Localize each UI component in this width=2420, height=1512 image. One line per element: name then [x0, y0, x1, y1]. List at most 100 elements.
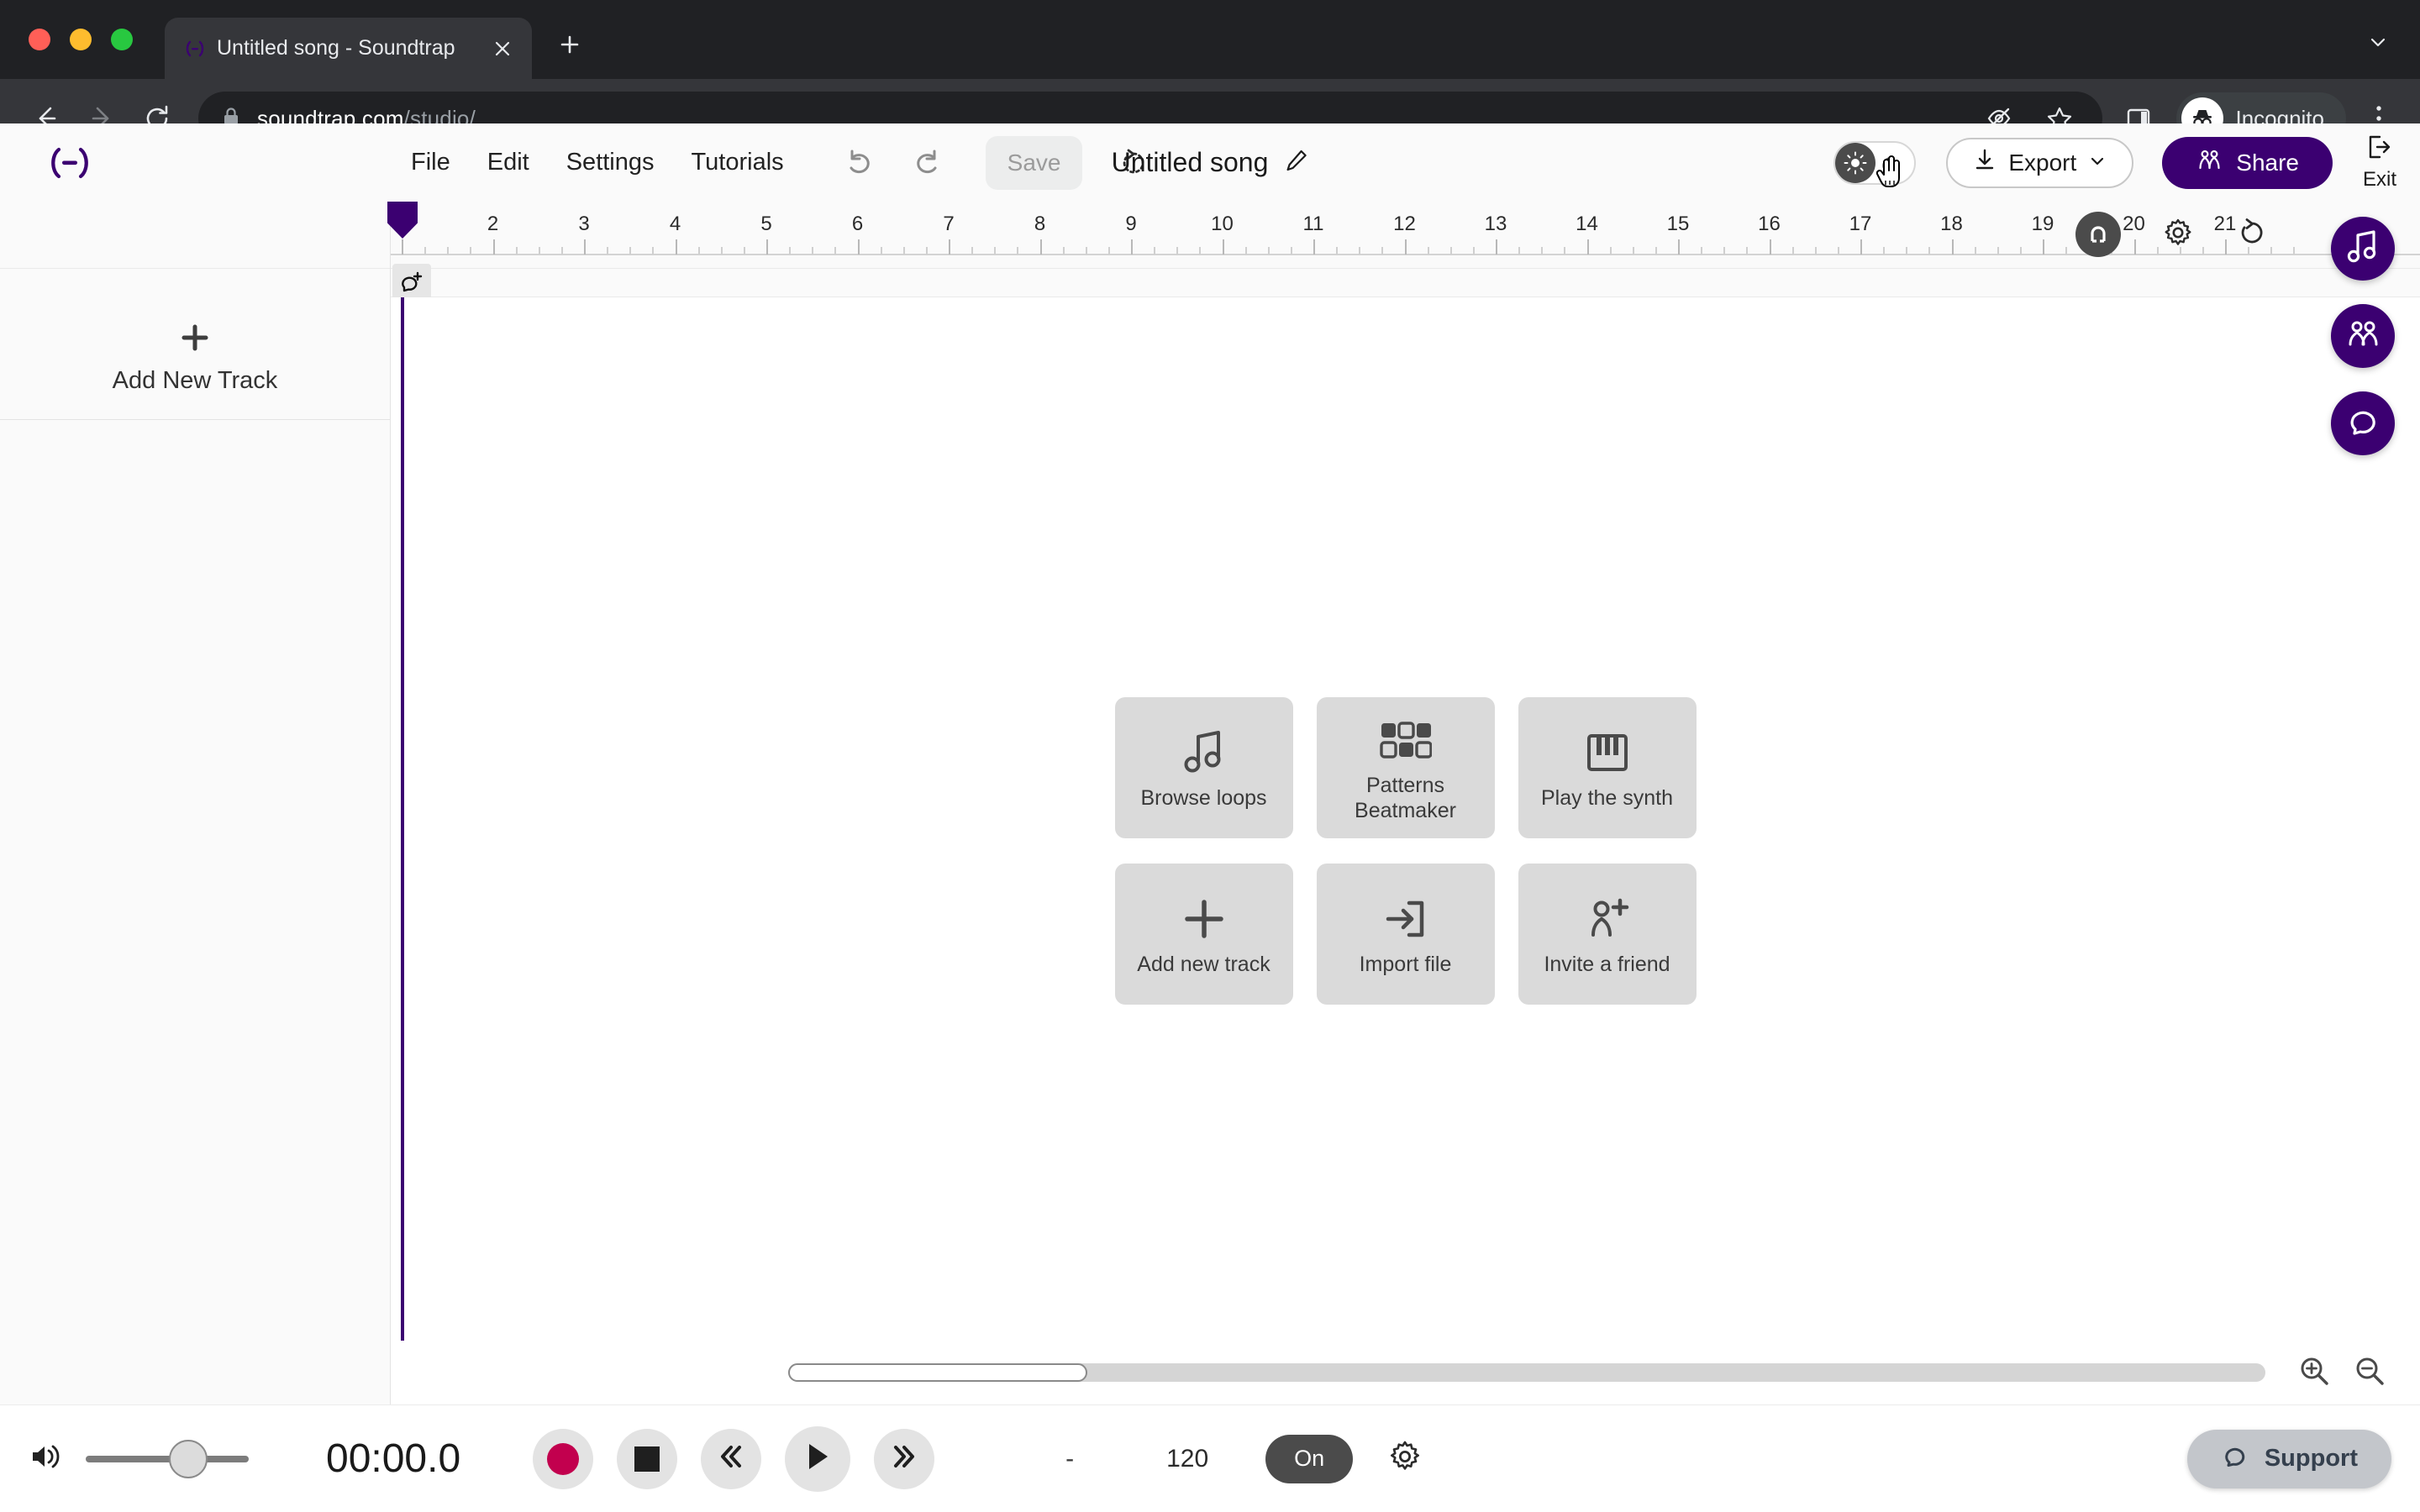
ruler-beat-tick — [1290, 247, 1292, 255]
new-tab-button[interactable] — [550, 25, 589, 64]
undo-icon[interactable] — [833, 137, 885, 189]
save-button[interactable]: Save — [985, 135, 1083, 190]
rewind-button[interactable] — [701, 1428, 762, 1489]
ruler-bar-tick — [1404, 239, 1407, 255]
ruler-beat-tick — [1655, 247, 1657, 255]
soundtrap-logo-icon[interactable] — [39, 142, 101, 184]
add-new-track-button[interactable]: Add New Track — [0, 296, 390, 420]
loop-icon[interactable] — [2235, 216, 2269, 254]
tab-search-chevron-down-icon[interactable] — [2361, 25, 2395, 59]
theme-toggle[interactable] — [1833, 140, 1917, 187]
ruler-bar-tick — [492, 239, 495, 255]
ruler-beat-tick — [834, 247, 837, 255]
ruler-bar-number: 11 — [1302, 213, 1324, 235]
zoom-out-icon[interactable] — [2353, 1354, 2386, 1392]
menu-settings[interactable]: Settings — [548, 142, 673, 183]
ruler-bar-number: 7 — [943, 213, 955, 235]
ruler-beat-tick — [1176, 247, 1179, 255]
zoom-in-icon[interactable] — [2297, 1354, 2331, 1392]
ruler-beat-tick — [1746, 247, 1749, 255]
volume-control — [29, 1439, 249, 1478]
ruler-beat-tick — [1541, 247, 1544, 255]
ruler-bar-tick — [1769, 239, 1771, 255]
song-title-area[interactable]: Untitled song — [1112, 147, 1309, 178]
gear-icon[interactable] — [1386, 1438, 1423, 1479]
ruler-beat-tick — [1427, 247, 1429, 255]
ruler-beat-tick — [743, 247, 745, 255]
card-label: Patterns Beatmaker — [1355, 773, 1456, 823]
loops-panel-button[interactable] — [2331, 217, 2395, 281]
ruler-bar-tick — [766, 239, 768, 255]
maximize-window-button[interactable] — [111, 29, 133, 50]
fast-forward-button[interactable] — [874, 1428, 935, 1489]
timeline-ruler[interactable]: 2 3 4 5 6 7 8 9 10 11 12 13 14 15 16 17 18 19 20 21 — [391, 202, 2420, 269]
collaborate-panel-button[interactable] — [2331, 304, 2395, 368]
rewind-icon — [715, 1441, 747, 1476]
scrollbar-thumb[interactable] — [788, 1363, 1087, 1382]
volume-slider[interactable] — [86, 1439, 249, 1478]
browser-tab[interactable]: Untitled song - Soundtrap — [165, 18, 532, 79]
comment-lane[interactable] — [391, 264, 2420, 302]
ruler-bar-number: 4 — [669, 213, 681, 235]
card-add-new-track[interactable]: Add new track — [1114, 864, 1293, 1005]
ruler-beat-tick — [1359, 247, 1361, 255]
ruler-beat-tick — [1154, 247, 1156, 255]
bpm-value[interactable]: 120 — [1124, 1445, 1250, 1473]
play-button[interactable] — [785, 1425, 851, 1492]
ruler-bar-number: 8 — [1034, 213, 1046, 235]
chat-panel-button[interactable] — [2331, 391, 2395, 455]
browser-window: Untitled song - Soundtrap soundtrap.com/… — [0, 0, 2420, 1512]
ruler-bar-tick — [584, 239, 586, 255]
ruler-beat-tick — [1837, 247, 1839, 255]
card-play-synth[interactable]: Play the synth — [1518, 697, 1697, 838]
window-controls[interactable] — [0, 29, 133, 79]
close-icon[interactable] — [488, 34, 517, 63]
gear-icon[interactable] — [2161, 216, 2195, 254]
workspace: Add New Track 2 3 4 5 6 7 8 9 10 11 12 13 14 15 16 17 18… — [0, 202, 2420, 1404]
ruler-beat-tick — [812, 247, 814, 255]
ruler-bar-number: 2 — [487, 213, 499, 235]
metronome-toggle[interactable]: On — [1265, 1434, 1354, 1483]
key-value[interactable]: - — [1015, 1445, 1124, 1473]
app-header-actions: Export Share Exit — [1833, 134, 2420, 192]
play-icon — [803, 1441, 832, 1477]
card-import-file[interactable]: Import file — [1316, 864, 1495, 1005]
menu-edit[interactable]: Edit — [469, 142, 548, 183]
playhead[interactable] — [387, 202, 418, 1341]
import-file-icon — [1383, 891, 1428, 947]
ruler-beat-tick — [1085, 247, 1087, 255]
redo-icon[interactable] — [902, 137, 954, 189]
pencil-icon[interactable] — [1283, 148, 1308, 177]
record-button[interactable] — [533, 1428, 594, 1489]
volume-slider-knob[interactable] — [169, 1439, 208, 1478]
export-button[interactable]: Export — [1946, 137, 2134, 188]
ruler-beat-tick — [925, 247, 928, 255]
floating-panel-rail — [2331, 217, 2395, 455]
ruler-bar-tick — [1222, 239, 1224, 255]
ruler-beat-tick — [652, 247, 655, 255]
arrangement-grid[interactable]: Browse loops Patterns Beatmaker Play the… — [387, 202, 2420, 1404]
minimize-window-button[interactable] — [70, 29, 92, 50]
stop-button[interactable] — [617, 1428, 678, 1489]
menu-file[interactable]: File — [392, 142, 469, 183]
exit-label: Exit — [2362, 168, 2396, 191]
ruler-bar-number: 16 — [1758, 213, 1781, 235]
ruler-beat-tick — [1906, 247, 1908, 255]
share-button[interactable]: Share — [2162, 136, 2333, 189]
card-label: Invite a friend — [1544, 952, 1670, 976]
close-window-button[interactable] — [29, 29, 50, 50]
timecode-display[interactable]: 00:00.0 — [326, 1436, 460, 1482]
speaker-icon[interactable] — [29, 1440, 64, 1478]
horizontal-scrollbar[interactable] — [788, 1363, 2265, 1382]
ruler-bar-tick — [949, 239, 950, 255]
card-invite-friend[interactable]: Invite a friend — [1518, 864, 1697, 1005]
support-button[interactable]: Support — [2186, 1429, 2391, 1488]
card-browse-loops[interactable]: Browse loops — [1114, 697, 1293, 838]
menu-tutorials[interactable]: Tutorials — [673, 142, 802, 183]
plus-icon — [178, 321, 212, 359]
people-icon — [2344, 317, 2381, 356]
exit-button[interactable]: Exit — [2363, 134, 2396, 192]
magnet-icon[interactable] — [2075, 212, 2121, 257]
sun-icon — [1835, 142, 1876, 183]
card-patterns-beatmaker[interactable]: Patterns Beatmaker — [1316, 697, 1495, 838]
